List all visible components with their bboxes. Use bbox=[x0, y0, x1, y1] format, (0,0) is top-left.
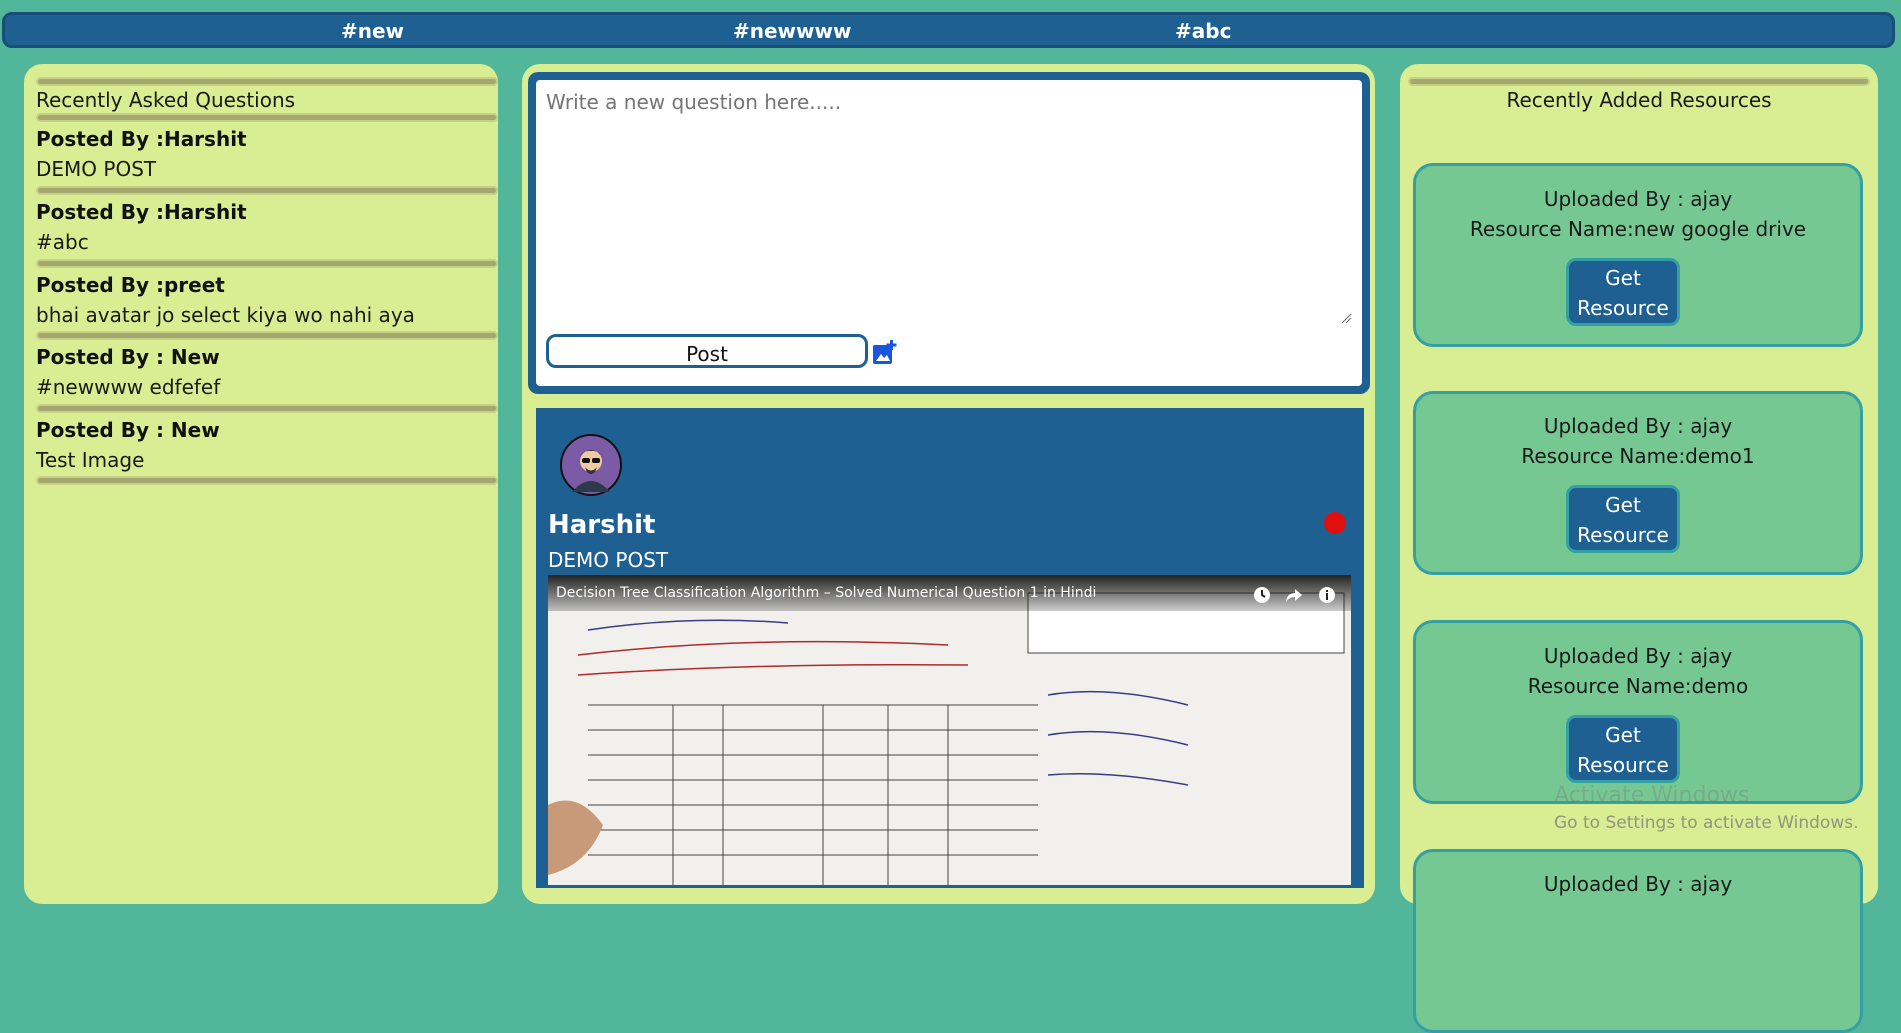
divider bbox=[36, 331, 498, 340]
resource-uploader: Uploaded By : ajay bbox=[1543, 187, 1733, 211]
post-body: DEMO POST bbox=[548, 548, 669, 572]
post-author[interactable]: Harshit bbox=[548, 510, 655, 540]
question-text[interactable]: Test Image bbox=[36, 448, 144, 472]
resource-uploader: Uploaded By : ajay bbox=[1543, 644, 1733, 668]
video-title[interactable]: Decision Tree Classification Algorithm –… bbox=[556, 585, 1096, 601]
divider bbox=[36, 113, 498, 122]
tag-newwww[interactable]: #newwww bbox=[733, 19, 851, 43]
question-author[interactable]: Posted By : New bbox=[36, 345, 220, 369]
tag-new[interactable]: #new bbox=[341, 19, 404, 43]
question-input[interactable] bbox=[544, 88, 1358, 330]
question-text[interactable]: #abc bbox=[36, 230, 89, 254]
questions-title: Recently Asked Questions bbox=[36, 88, 296, 112]
activation-watermark-text: Go to Settings to activate Windows. bbox=[1554, 813, 1859, 833]
delete-post-button[interactable] bbox=[1324, 512, 1346, 534]
resources-title: Recently Added Resources bbox=[1506, 88, 1772, 112]
divider bbox=[1408, 77, 1870, 86]
activation-watermark-title: Activate Windows bbox=[1554, 783, 1750, 808]
get-resource-button[interactable]: Get Resource bbox=[1566, 715, 1680, 783]
question-text[interactable]: bhai avatar jo select kiya wo nahi aya bbox=[36, 303, 415, 327]
avatar[interactable] bbox=[560, 434, 622, 496]
divider bbox=[36, 77, 498, 86]
question-author[interactable]: Posted By :Harshit bbox=[36, 127, 247, 151]
question-author[interactable]: Posted By :preet bbox=[36, 273, 225, 297]
resource-uploader: Uploaded By : ajay bbox=[1543, 414, 1733, 438]
resource-uploader: Uploaded By : ajay bbox=[1543, 872, 1733, 896]
add-image-icon[interactable] bbox=[872, 340, 898, 366]
question-author[interactable]: Posted By :Harshit bbox=[36, 200, 247, 224]
post-button[interactable]: Post bbox=[546, 334, 868, 368]
get-resource-button[interactable]: Get Resource bbox=[1566, 258, 1680, 326]
tag-abc[interactable]: #abc bbox=[1175, 19, 1231, 43]
resource-name: Resource Name:demo bbox=[1527, 674, 1749, 698]
divider bbox=[36, 476, 498, 485]
watch-later-icon[interactable] bbox=[1253, 586, 1271, 604]
share-icon[interactable] bbox=[1285, 586, 1303, 604]
top-tag-bar: #new #newwww #abc bbox=[2, 12, 1895, 48]
question-author[interactable]: Posted By : New bbox=[36, 418, 220, 442]
question-text[interactable]: #newwww edfefef bbox=[36, 375, 220, 399]
video-embed[interactable] bbox=[548, 575, 1351, 885]
divider bbox=[36, 186, 498, 195]
resize-grip-icon[interactable] bbox=[1340, 312, 1352, 324]
resource-name: Resource Name:demo1 bbox=[1521, 444, 1755, 468]
question-text[interactable]: DEMO POST bbox=[36, 157, 156, 181]
divider bbox=[36, 259, 498, 268]
info-icon[interactable] bbox=[1318, 586, 1336, 604]
divider bbox=[36, 404, 498, 413]
resource-name: Resource Name:new google drive bbox=[1469, 217, 1807, 241]
video-thumbnail bbox=[548, 575, 1351, 885]
get-resource-button[interactable]: Get Resource bbox=[1566, 485, 1680, 553]
